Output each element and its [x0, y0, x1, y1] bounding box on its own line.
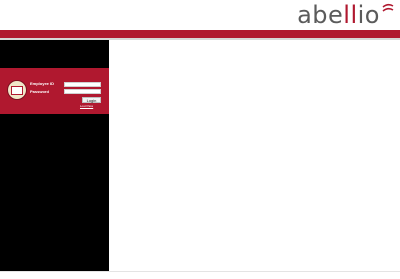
abellio-logo: abellio — [297, 0, 394, 30]
forgot-password-link[interactable]: Lost Pass — [80, 104, 93, 108]
header: abellio — [0, 0, 400, 30]
login-button[interactable]: Login — [82, 97, 101, 103]
logo-prefix: abe — [297, 1, 344, 29]
employee-id-label: Employee ID — [30, 81, 55, 86]
password-input[interactable] — [64, 89, 101, 94]
brand-bar — [0, 30, 400, 38]
swoosh-icon — [382, 3, 394, 12]
logo-accent: ll — [343, 1, 358, 29]
id-card-icon — [7, 80, 27, 100]
page-bottom-border — [0, 271, 400, 272]
employee-id-input[interactable] — [64, 82, 101, 87]
password-label: Password — [30, 89, 49, 94]
logo-suffix: io — [357, 1, 380, 29]
